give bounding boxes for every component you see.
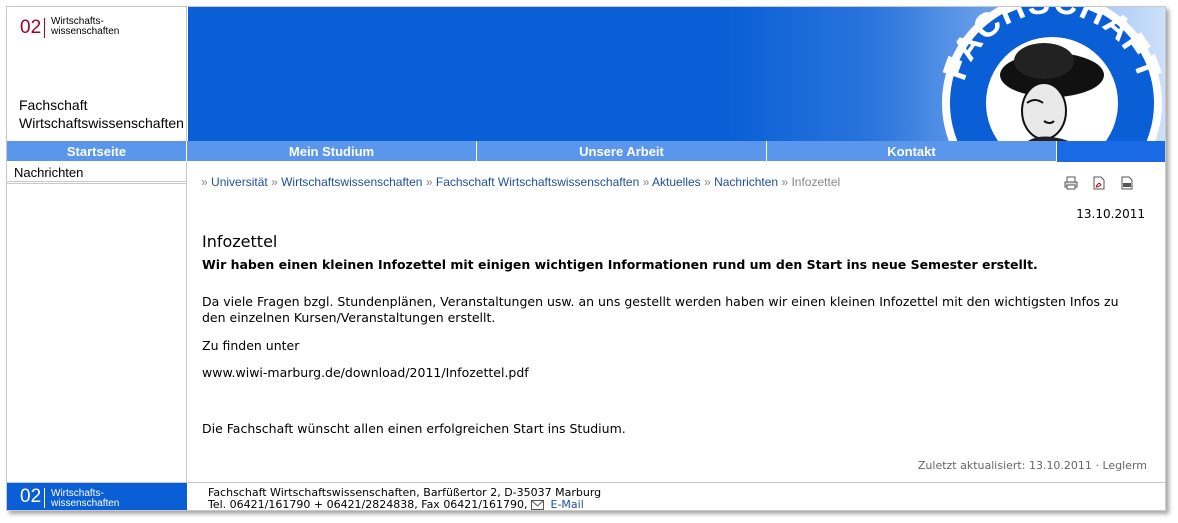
footer-phone-line: Tel. 06421/161790 + 06421/2824838, Fax 0… (208, 498, 601, 511)
breadcrumb-nachrichten[interactable]: Nachrichten (714, 175, 778, 189)
nav-kontakt[interactable]: Kontakt (767, 141, 1057, 162)
nav-unsere-arbeit[interactable]: Unsere Arbeit (477, 141, 767, 162)
breadcrumb-current: Infozettel (791, 175, 841, 189)
article-title: Infozettel (202, 232, 278, 251)
article-paragraph-2: Zu finden unter (202, 338, 300, 353)
nav-startseite[interactable]: Startseite (7, 141, 187, 162)
breadcrumb-wirtschaftswissenschaften[interactable]: Wirtschaftswissenschaften (281, 175, 422, 189)
last-updated: Zuletzt aktualisiert: 13.10.2011 · Legle… (918, 459, 1147, 472)
author-link[interactable]: Leglerm (1102, 459, 1147, 472)
footer-contact: Fachschaft Wirtschaftswissenschaften, Ba… (208, 487, 601, 511)
breadcrumb-marker: » (642, 175, 650, 189)
footer-phone: Tel. 06421/161790 + 06421/2824838, Fax 0… (208, 498, 528, 511)
footer-email-link[interactable]: E-Mail (551, 498, 584, 511)
logo-number: 02 (20, 17, 42, 38)
breadcrumb-marker: » (425, 175, 433, 189)
main-nav: Startseite Mein Studium Unsere Arbeit Ko… (7, 141, 1165, 162)
sidebar-item-nachrichten[interactable]: Nachrichten (7, 162, 186, 184)
fachschaft-seal-icon: FACHSCHAFT (936, 7, 1165, 141)
article-lead: Wir haben einen kleinen Infozettel mit e… (202, 257, 1038, 272)
breadcrumb-marker: » (781, 175, 789, 189)
page-frame: 02 Wirtschafts- wissenschaften Fachschaf… (6, 6, 1166, 511)
breadcrumb-marker: » (704, 175, 711, 189)
meta-separator: · (1095, 459, 1099, 472)
footer-logo-subtitle-line2: wissenschaften (51, 498, 120, 509)
pdf-icon[interactable] (1092, 176, 1106, 190)
print-icon[interactable] (1064, 176, 1078, 190)
breadcrumb-universitaet[interactable]: Universität (211, 175, 268, 189)
footer-logo-divider (44, 488, 45, 508)
nav-mein-studium[interactable]: Mein Studium (187, 141, 477, 162)
footer: 02 Wirtschafts- wissenschaften Fachschaf… (7, 482, 1165, 511)
header: 02 Wirtschafts- wissenschaften Fachschaf… (7, 7, 1165, 141)
header-banner: FACHSCHAFT (188, 7, 1165, 141)
article-date: 13.10.2011 (1076, 207, 1145, 221)
university-logo[interactable]: 02 Wirtschafts- wissenschaften Fachschaf… (7, 7, 187, 141)
breadcrumb: » Universität » Wirtschaftswissenschafte… (201, 175, 840, 189)
breadcrumb-fachschaft[interactable]: Fachschaft Wirtschaftswissenschaften (436, 175, 639, 189)
article-paragraph-3: www.wiwi-marburg.de/download/2011/Infoze… (202, 365, 529, 380)
page-tools (1064, 176, 1143, 195)
site-title: Fachschaft Wirtschaftswissenschaften (19, 96, 184, 132)
article-paragraph-1: Da viele Fragen bzgl. Stundenplänen, Ver… (202, 294, 1119, 325)
footer-logo-number: 02 (20, 486, 42, 507)
footer-logo-subtitle: Wirtschafts- wissenschaften (51, 489, 119, 509)
breadcrumb-marker: » (271, 175, 278, 189)
sidebar: Nachrichten (7, 162, 187, 482)
url-icon[interactable] (1120, 176, 1134, 190)
site-title-line1: Fachschaft (19, 97, 88, 113)
logo-subtitle: Wirtschafts- wissenschaften (51, 17, 119, 37)
main-content: » Universität » Wirtschaftswissenschafte… (188, 162, 1165, 482)
logo-divider (44, 18, 45, 38)
last-updated-label: Zuletzt aktualisiert: 13.10.2011 (917, 459, 1092, 472)
breadcrumb-aktuelles[interactable]: Aktuelles (652, 175, 701, 189)
mail-icon (531, 500, 544, 510)
article-paragraph-4: Die Fachschaft wünscht allen einen erfol… (202, 421, 626, 436)
footer-logo[interactable]: 02 Wirtschafts- wissenschaften (7, 483, 187, 510)
breadcrumb-marker: » (201, 175, 208, 189)
site-title-line2: Wirtschaftswissenschaften (19, 115, 184, 131)
logo-subtitle-line2: wissenschaften (51, 26, 120, 37)
